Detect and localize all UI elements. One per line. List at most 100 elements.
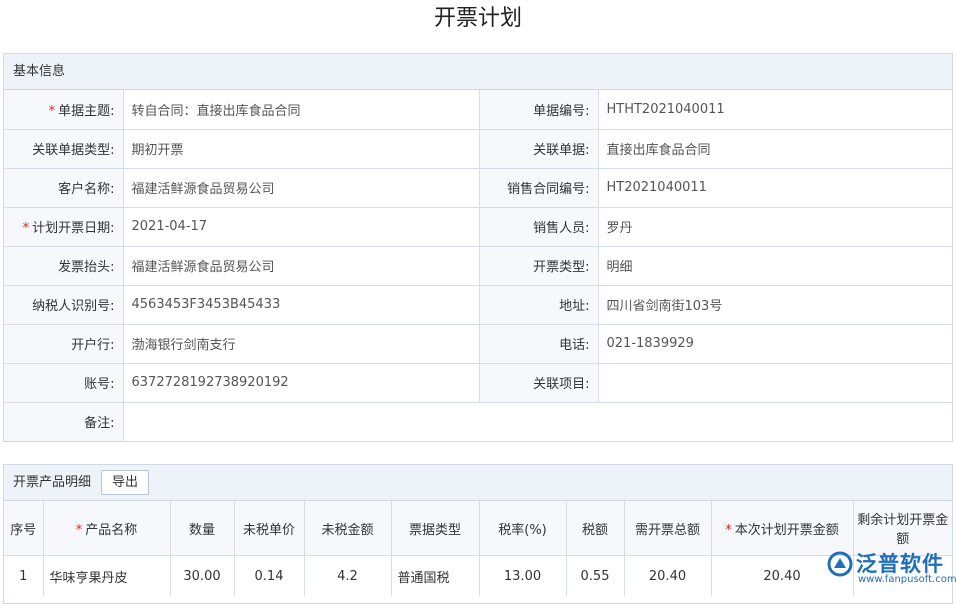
info-row: 开户行: 渤海银行剑南支行 电话: 021-1839929 bbox=[4, 324, 952, 363]
field-value[interactable]: 福建活鲜源食品贸易公司 bbox=[132, 182, 275, 197]
page-title: 开票计划 bbox=[0, 0, 956, 44]
info-value: HT2021040011 bbox=[598, 168, 952, 207]
field-label: 发票抬头: bbox=[58, 260, 114, 275]
table-cell: 1 bbox=[4, 556, 43, 597]
column-header[interactable]: 需开票总额 bbox=[624, 501, 711, 556]
field-label: 单据编号: bbox=[533, 104, 589, 119]
field-value[interactable]: 四川省剑南街103号 bbox=[607, 299, 723, 314]
column-header[interactable]: 票据类型 bbox=[391, 501, 479, 556]
field-value[interactable]: 明细 bbox=[607, 260, 633, 275]
table-cell: 20.40 bbox=[624, 556, 711, 597]
remark-label: 备注: bbox=[4, 402, 123, 441]
info-value: 四川省剑南街103号 bbox=[598, 285, 952, 324]
field-value[interactable]: HTHT2021040011 bbox=[607, 102, 725, 117]
info-value: 明细 bbox=[598, 246, 952, 285]
info-row: 关联单据类型:期初开票关联单据:直接出库食品合同 bbox=[4, 129, 952, 168]
info-value: 6372728192738920192 bbox=[123, 363, 479, 402]
required-marker: * bbox=[49, 104, 56, 119]
info-label: 销售合同编号: bbox=[479, 168, 598, 207]
info-value: 021-1839929 bbox=[598, 324, 952, 363]
field-value[interactable]: 6372728192738920192 bbox=[132, 375, 289, 390]
info-label: 销售人员: bbox=[479, 207, 598, 246]
column-header-label: 剩余计划开票金额 bbox=[857, 513, 948, 547]
table-cell: 13.00 bbox=[479, 556, 566, 597]
required-marker: * bbox=[76, 523, 83, 538]
table-cell: 0.55 bbox=[566, 556, 624, 597]
column-header[interactable]: 未税金额 bbox=[304, 501, 391, 556]
column-header-label: 序号 bbox=[10, 523, 36, 538]
basic-info-table: *单据主题:转自合同：直接出库食品合同单据编号:HTHT2021040011关联… bbox=[4, 90, 952, 441]
table-cell: 0.14 bbox=[234, 556, 304, 597]
field-label: 开票类型: bbox=[533, 260, 589, 275]
info-value: 转自合同：直接出库食品合同 bbox=[123, 90, 479, 129]
info-label: 电话: bbox=[479, 324, 598, 363]
table-cell: 华味亨果丹皮 bbox=[43, 556, 170, 597]
info-label: 账号: bbox=[4, 363, 123, 402]
column-header[interactable]: *产品名称 bbox=[43, 501, 170, 556]
column-header-label: 未税单价 bbox=[243, 523, 295, 538]
info-row: 客户名称: 福建活鲜源食品贸易公司 销售合同编号: HT2021040011 bbox=[4, 168, 952, 207]
field-label: 账号: bbox=[84, 377, 114, 392]
field-value[interactable]: 4563453F3453B45433 bbox=[132, 297, 281, 312]
info-label: 开票类型: bbox=[479, 246, 598, 285]
column-header-label: 未税金额 bbox=[321, 523, 373, 538]
fanpu-logo: 泛普软件 www.fanpusoft.com bbox=[826, 546, 954, 590]
info-label: 关联单据: bbox=[479, 129, 598, 168]
info-value: 福建活鲜源食品贸易公司 bbox=[123, 168, 479, 207]
field-label: 电话: bbox=[559, 338, 589, 353]
column-header[interactable]: 数量 bbox=[170, 501, 234, 556]
field-value[interactable]: 罗丹 bbox=[607, 221, 633, 236]
field-label: 销售人员: bbox=[533, 221, 589, 236]
info-value: 渤海银行剑南支行 bbox=[123, 324, 479, 363]
field-label: 计划开票日期: bbox=[32, 221, 114, 236]
column-header-label: 数量 bbox=[189, 523, 215, 538]
info-label: 客户名称: bbox=[4, 168, 123, 207]
info-label: 地址: bbox=[479, 285, 598, 324]
info-value bbox=[598, 363, 952, 402]
product-detail-header: 开票产品明细 导出 bbox=[4, 465, 952, 501]
table-cell: 普通国税 bbox=[391, 556, 479, 597]
column-header-label: 需开票总额 bbox=[635, 523, 700, 538]
field-value[interactable]: 021-1839929 bbox=[607, 336, 694, 351]
table-cell: 4.2 bbox=[304, 556, 391, 597]
column-header[interactable]: 序号 bbox=[4, 501, 43, 556]
remark-row: 备注: bbox=[4, 402, 952, 441]
table-row[interactable]: 1华味亨果丹皮30.000.144.2普通国税13.000.5520.4020.… bbox=[4, 556, 952, 597]
table-cell: 30.00 bbox=[170, 556, 234, 597]
field-value[interactable]: 渤海银行剑南支行 bbox=[132, 338, 236, 353]
info-label: 发票抬头: bbox=[4, 246, 123, 285]
column-header-label: 产品名称 bbox=[85, 523, 137, 538]
field-label: 纳税人识别号: bbox=[32, 299, 114, 314]
column-header-label: 票据类型 bbox=[409, 523, 461, 538]
field-value[interactable]: 2021-04-17 bbox=[132, 219, 208, 234]
field-value[interactable]: 福建活鲜源食品贸易公司 bbox=[132, 260, 275, 275]
product-detail-panel: 开票产品明细 导出 序号*产品名称数量未税单价未税金额票据类型税率(%)税额需开… bbox=[3, 464, 953, 604]
column-header[interactable]: 税率(%) bbox=[479, 501, 566, 556]
field-label: 关联单据: bbox=[533, 143, 589, 158]
info-value: 2021-04-17 bbox=[123, 207, 479, 246]
info-value: 福建活鲜源食品贸易公司 bbox=[123, 246, 479, 285]
required-marker: * bbox=[23, 221, 30, 236]
info-label: 单据编号: bbox=[479, 90, 598, 129]
column-header-label: 本次计划开票金额 bbox=[735, 523, 839, 538]
info-value: 直接出库食品合同 bbox=[598, 129, 952, 168]
info-label: 开户行: bbox=[4, 324, 123, 363]
basic-info-header: 基本信息 bbox=[4, 54, 952, 90]
logo-mark-icon bbox=[826, 550, 854, 578]
basic-info-panel: 基本信息 *单据主题:转自合同：直接出库食品合同单据编号:HTHT2021040… bbox=[3, 53, 953, 442]
field-label: 客户名称: bbox=[58, 182, 114, 197]
field-value[interactable]: 直接出库食品合同 bbox=[607, 143, 711, 158]
info-value: 罗丹 bbox=[598, 207, 952, 246]
column-header[interactable]: 未税单价 bbox=[234, 501, 304, 556]
product-detail-title: 开票产品明细 bbox=[13, 465, 91, 501]
export-button[interactable]: 导出 bbox=[101, 470, 149, 495]
column-header[interactable]: 税额 bbox=[566, 501, 624, 556]
required-marker: * bbox=[725, 523, 732, 538]
field-label: 销售合同编号: bbox=[507, 182, 589, 197]
field-value[interactable]: 期初开票 bbox=[132, 143, 184, 158]
info-row: *单据主题:转自合同：直接出库食品合同单据编号:HTHT2021040011 bbox=[4, 90, 952, 129]
column-header-label: 税额 bbox=[582, 523, 608, 538]
remark-value[interactable] bbox=[123, 402, 952, 441]
field-value[interactable]: 转自合同：直接出库食品合同 bbox=[132, 104, 301, 119]
field-value[interactable]: HT2021040011 bbox=[607, 180, 707, 195]
